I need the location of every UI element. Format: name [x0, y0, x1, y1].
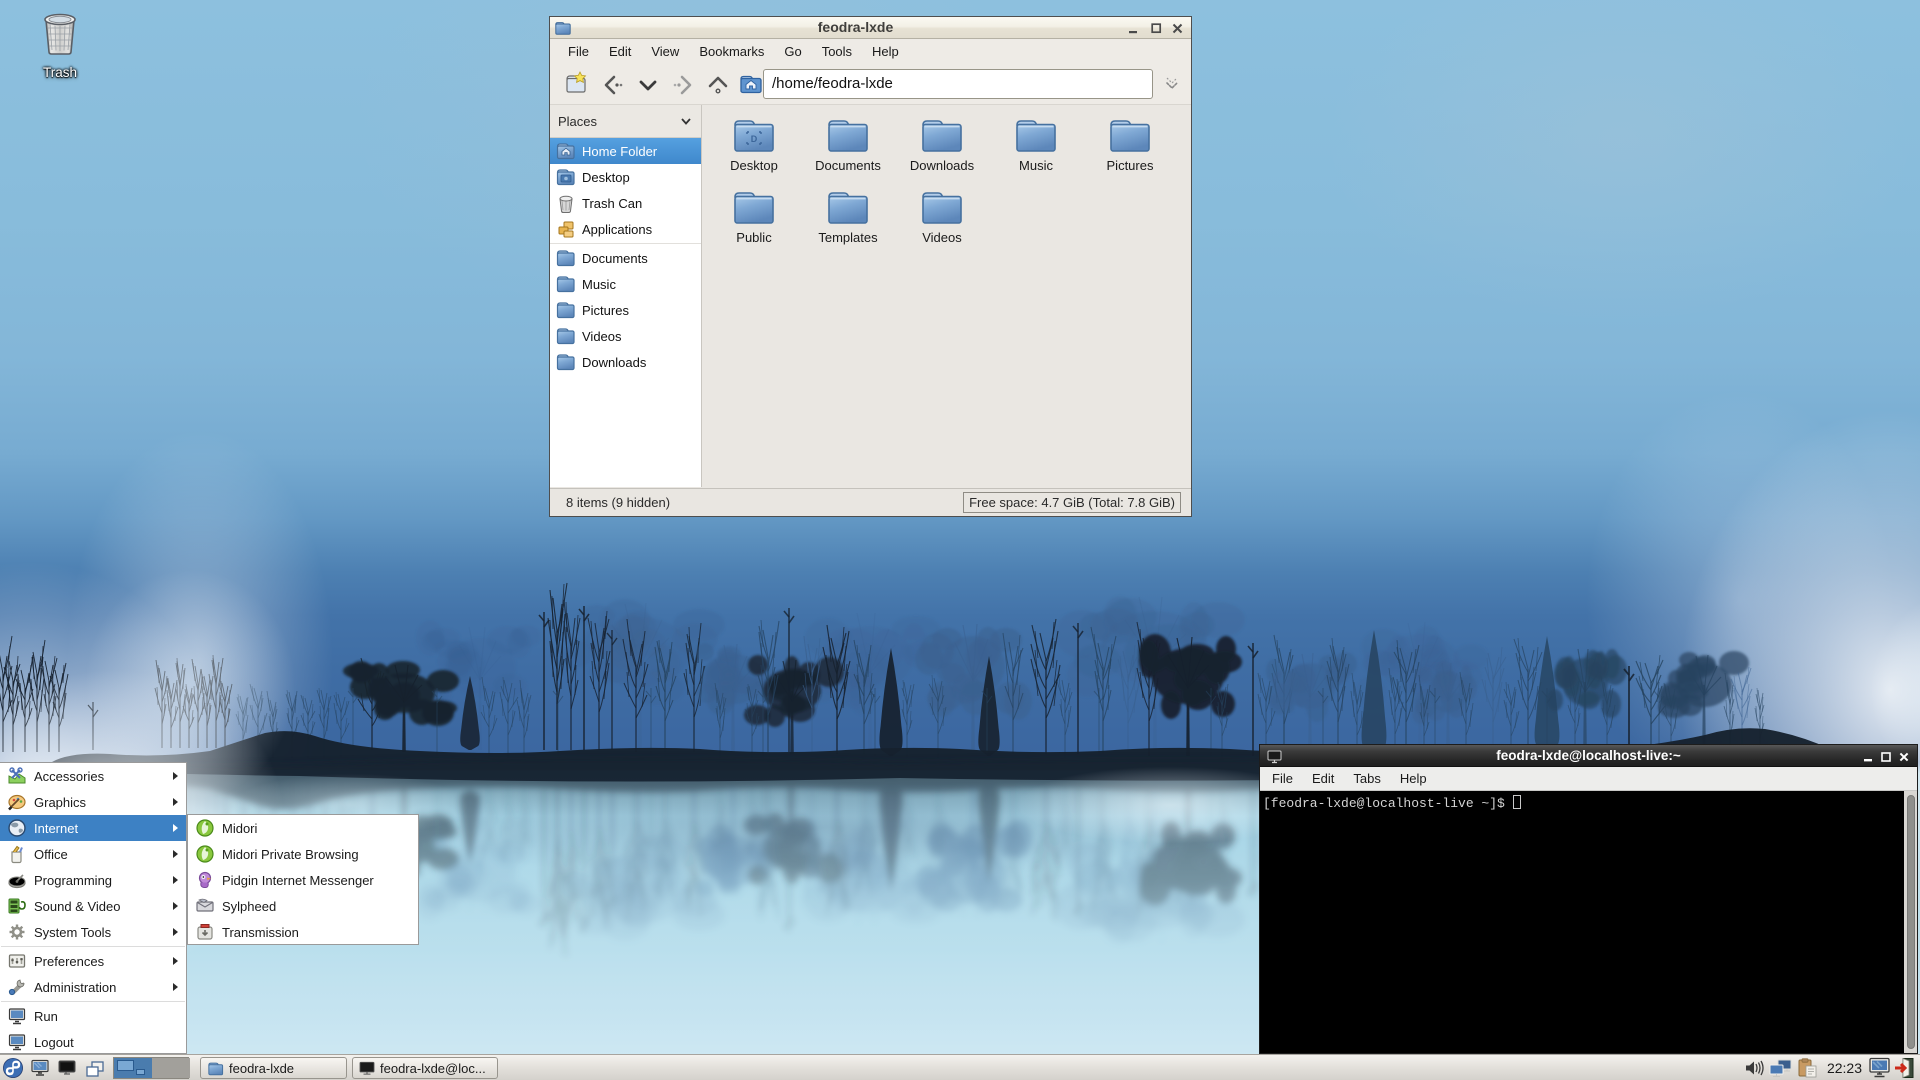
svg-text:D: D: [751, 134, 758, 144]
